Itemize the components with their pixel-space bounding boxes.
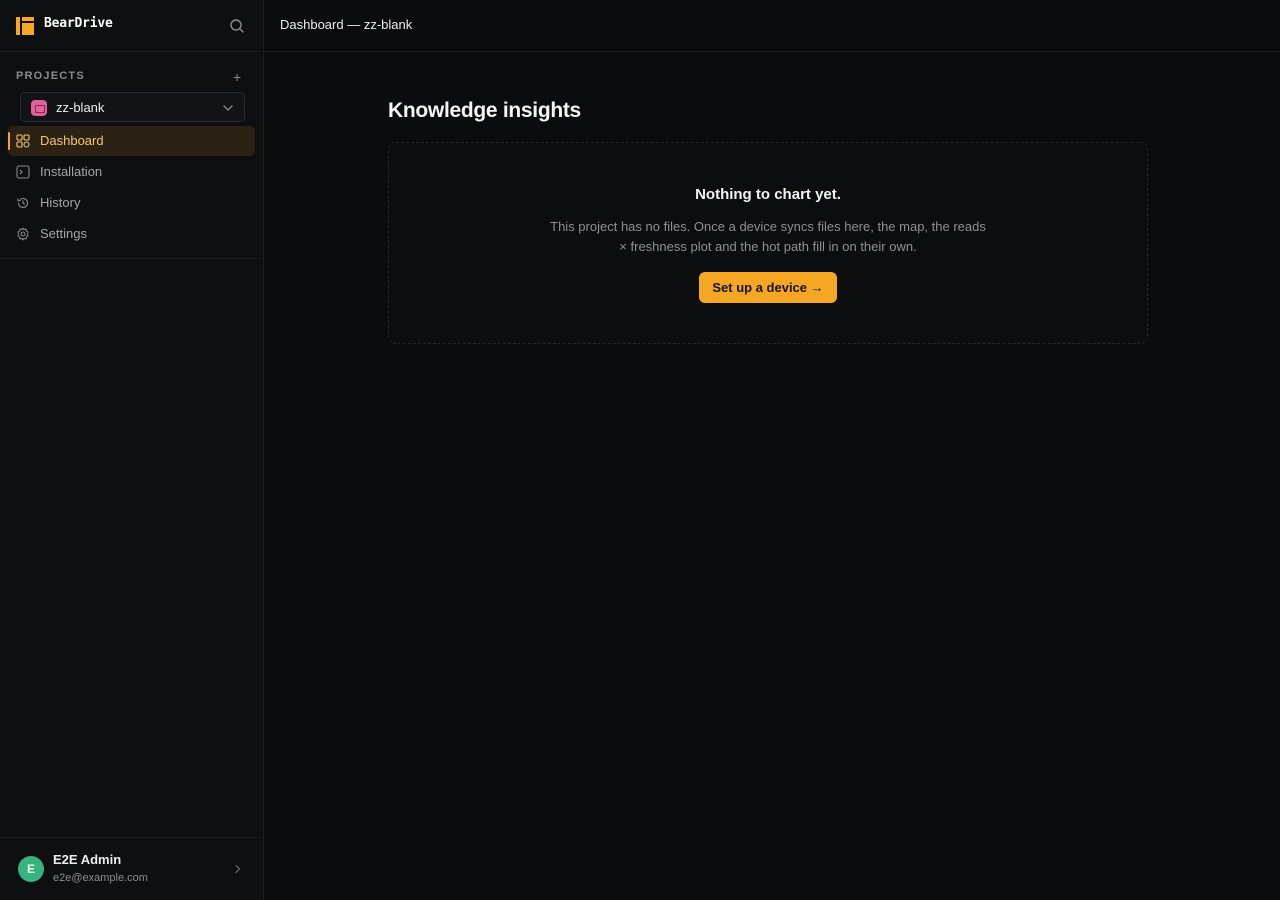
project-select[interactable]: zz-blank <box>20 92 245 122</box>
sidebar-item-dashboard[interactable]: Dashboard <box>8 126 255 156</box>
sidebar-item-history[interactable]: History <box>8 188 255 218</box>
sidebar-item-settings[interactable]: Settings <box>8 219 255 249</box>
dashboard-grid-icon <box>16 134 30 148</box>
user-menu[interactable]: E E2E Admin e2e@example.com <box>0 837 263 900</box>
sidebar-item-label: Installation <box>40 164 103 179</box>
user-name: E2E Admin <box>53 852 122 867</box>
brand-row: BearDrive <box>0 0 263 52</box>
page-title: Knowledge insights <box>388 99 581 122</box>
sidebar-item-label: History <box>40 195 81 210</box>
project-select-value: zz-blank <box>56 100 105 115</box>
set-up-device-button[interactable]: Set up a device → <box>699 272 837 303</box>
search-icon[interactable] <box>228 17 246 35</box>
beardrive-logo <box>16 17 34 35</box>
sidebar: BearDrive PROJECTS + zz-blank Dashboard … <box>0 0 264 900</box>
avatar: E <box>18 856 44 882</box>
history-icon <box>17 197 29 208</box>
sidebar-item-label: Dashboard <box>40 133 104 148</box>
chevron-right-icon <box>235 864 241 874</box>
terminal-icon <box>16 165 30 179</box>
add-project-button[interactable]: + <box>233 70 245 84</box>
user-email: e2e@example.com <box>53 872 148 884</box>
project-color-icon <box>31 100 47 116</box>
empty-state-heading: Nothing to chart yet. <box>695 186 841 203</box>
empty-state-description: This project has no files. Once a device… <box>550 219 986 254</box>
breadcrumb: Dashboard — zz-blank <box>280 17 413 32</box>
gear-icon <box>17 227 29 241</box>
sidebar-item-installation[interactable]: Installation <box>8 157 255 187</box>
topbar: Dashboard — zz-blank <box>264 0 1280 52</box>
projects-label: PROJECTS <box>16 70 85 82</box>
chevron-down-icon <box>223 105 233 111</box>
sidebar-item-label: Settings <box>40 226 87 241</box>
sidebar-divider <box>0 258 263 259</box>
empty-state-card: Nothing to chart yet. This project has n… <box>388 142 1148 344</box>
brand-name: BearDrive <box>44 16 113 31</box>
